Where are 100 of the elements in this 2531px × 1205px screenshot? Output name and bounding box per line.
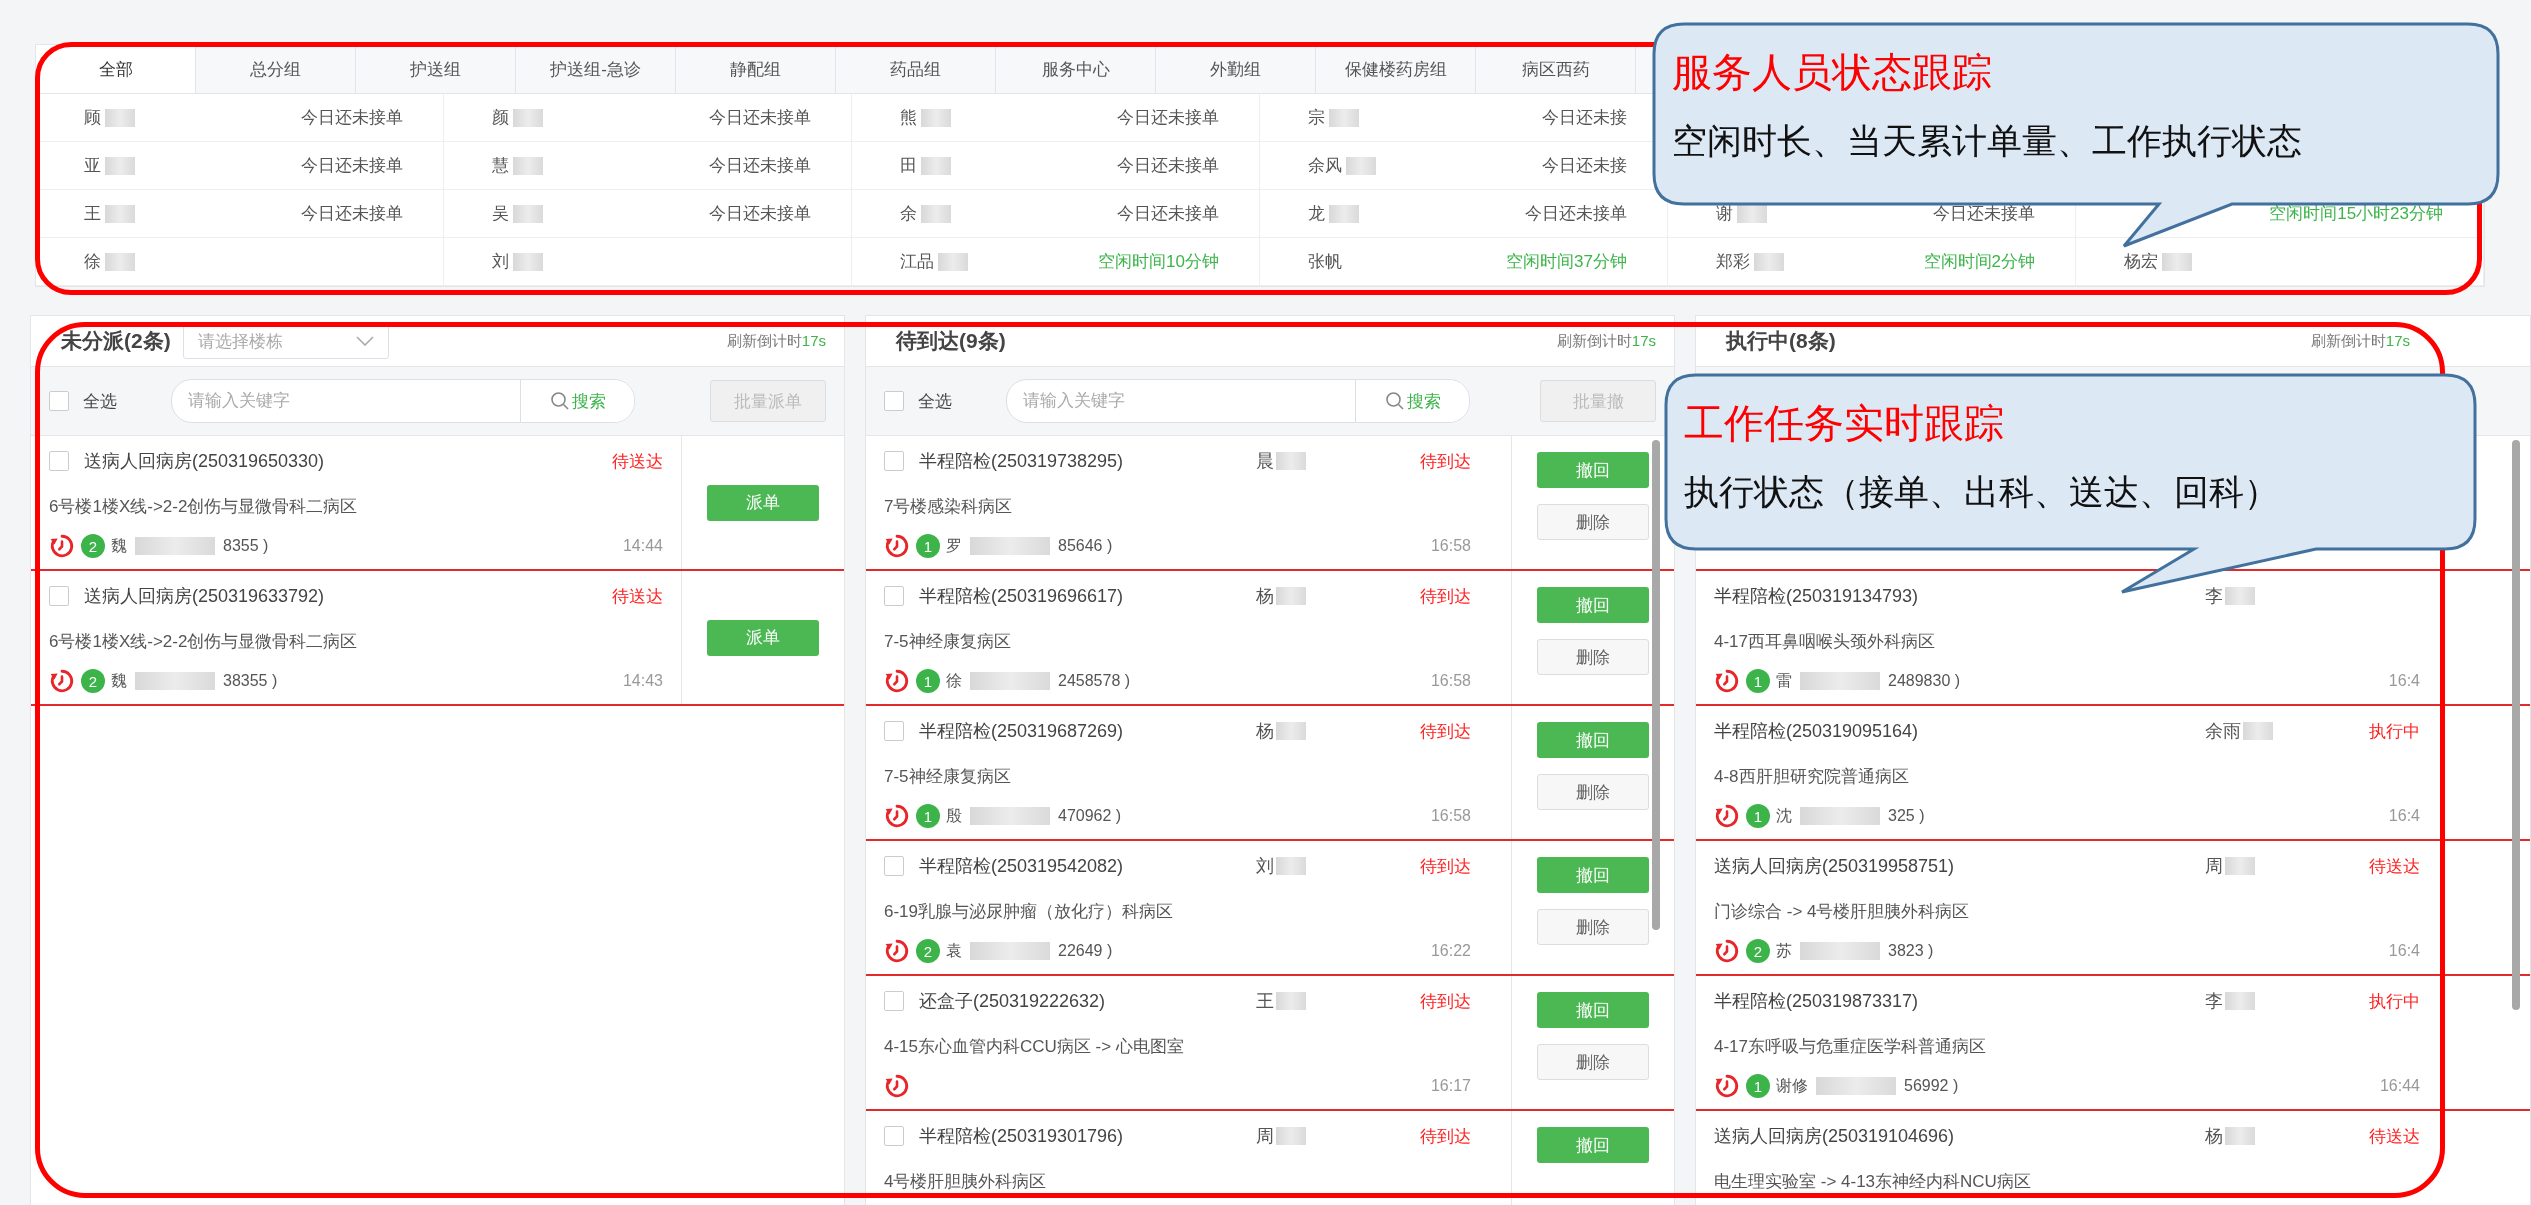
task-title: 半程陪检(250319095164)	[1714, 720, 1919, 743]
contact-phone: 38355 )	[223, 672, 278, 690]
contact-name: 魏	[111, 670, 127, 691]
task-title: 送病人回病房(250319958751)	[1714, 855, 1955, 878]
task-time: 16:58	[1430, 537, 1471, 555]
staff-name: 江品	[900, 250, 968, 273]
task-status: 执行中	[2369, 991, 2420, 1011]
checkbox[interactable]	[49, 391, 69, 411]
count-badge: 2	[916, 939, 940, 963]
staff-name: 张帆	[1308, 251, 1342, 273]
scrollbar[interactable]	[1652, 440, 1660, 930]
staff-name: 宗	[1308, 106, 1359, 129]
action-button[interactable]: 删除	[1537, 774, 1649, 810]
contact-name: 雷	[1776, 670, 1792, 691]
staff-name: 晨	[1256, 450, 1274, 473]
task-route: 6号楼1楼X线->2-2创伤与显微骨科二病区	[49, 630, 358, 653]
task-time: 16:58	[1430, 807, 1471, 825]
task-route: 4-8西肝胆研究院普通病区	[1714, 765, 1909, 788]
contact-phone: 85646 )	[1058, 537, 1113, 555]
contact-name: 谢修	[1776, 1075, 1808, 1096]
checkbox[interactable]	[884, 451, 904, 471]
refresh-countdown: 刷新倒计时17s	[726, 331, 826, 351]
count-badge: 2	[81, 669, 105, 693]
staff-name: 周	[1256, 1125, 1274, 1148]
task-status: 待送达	[2369, 1126, 2420, 1146]
callout-title: 服务人员状态跟踪	[1672, 49, 1993, 96]
count-badge: 1	[916, 534, 940, 558]
blurred-text	[1276, 452, 1306, 470]
checkbox[interactable]	[884, 1126, 904, 1146]
task-title: 半程陪检(250319696617)	[919, 585, 1124, 608]
contact-name: 罗	[946, 535, 962, 556]
task-time: 16:22	[1430, 942, 1471, 960]
task-status: 待送达	[612, 586, 663, 606]
task-status: 待到达	[1420, 991, 1471, 1011]
group-tab[interactable]: 静配组	[676, 45, 836, 93]
count-badge: 1	[916, 804, 940, 828]
timer-icon	[1714, 1073, 1740, 1099]
action-button[interactable]: 删除	[1537, 504, 1649, 540]
task-status: 待到达	[1420, 451, 1471, 471]
blurred-text	[1276, 1127, 1306, 1145]
task-time: 16:17	[1430, 1077, 1471, 1095]
staff-name: 田	[900, 154, 951, 177]
checkbox[interactable]	[884, 721, 904, 741]
checkbox[interactable]	[49, 586, 69, 606]
contact-phone: 56992 )	[1904, 1077, 1959, 1095]
staff-name: 杨	[1256, 585, 1274, 608]
staff-name: 杨	[1256, 720, 1274, 743]
scrollbar[interactable]	[2512, 440, 2520, 1010]
blurred-text	[2225, 992, 2255, 1010]
group-tab[interactable]: 病区西药	[1476, 45, 1636, 93]
timer-icon	[1714, 668, 1740, 694]
group-tab[interactable]: 外勤组	[1156, 45, 1316, 93]
staff-status: 空闲时间15小时23分钟	[2269, 203, 2443, 225]
blurred-text	[2225, 857, 2255, 875]
task-status: 执行中	[2369, 721, 2420, 741]
contact-name: 徐	[946, 670, 962, 691]
panel-title: 执行中(8条)	[1726, 328, 1836, 354]
staff-status: 今日还未接	[1542, 155, 1627, 177]
group-tab[interactable]: 药品组	[836, 45, 996, 93]
count-badge: 1	[1746, 804, 1770, 828]
task-status: 待送达	[2369, 856, 2420, 876]
checkbox[interactable]	[884, 586, 904, 606]
action-button[interactable]: 删除	[1537, 1044, 1649, 1080]
contact-name: 苏	[1776, 940, 1792, 961]
group-tab[interactable]: 保健楼药房组	[1316, 45, 1476, 93]
checkbox[interactable]	[884, 856, 904, 876]
action-button[interactable]: 删除	[1537, 639, 1649, 675]
staff-status: 今日还未接单	[709, 155, 811, 177]
select-all-label[interactable]: 全选	[918, 389, 952, 413]
task-time: 14:43	[622, 672, 663, 690]
task-title: 半程陪检(250319738295)	[919, 450, 1124, 473]
staff-status: 空闲时间37分钟	[1506, 251, 1627, 273]
task-status: 待到达	[1420, 586, 1471, 606]
contact-phone: 2489830 )	[1888, 672, 1961, 690]
staff-status: 今日还未接单	[301, 107, 403, 129]
search-icon	[1384, 391, 1405, 411]
checkbox[interactable]	[884, 391, 904, 411]
group-tab[interactable]: 护送组	[356, 45, 516, 93]
refresh-countdown: 刷新倒计时17s	[2310, 331, 2410, 351]
staff-status: 今日还未接单	[1933, 203, 2035, 225]
task-route: 电生理实验室 -> 4-13东神经内科NCU病区	[1714, 1170, 2031, 1193]
group-tab[interactable]: 全部	[36, 45, 196, 93]
staff-status: 今日还未接单	[709, 107, 811, 129]
timer-icon	[884, 668, 910, 694]
task-title: 送病人回病房(250319633792)	[84, 585, 325, 608]
checkbox[interactable]	[884, 991, 904, 1011]
checkbox[interactable]	[49, 451, 69, 471]
action-button[interactable]: 删除	[1537, 909, 1649, 945]
select-all-label[interactable]: 全选	[83, 389, 117, 413]
staff-status: 空闲时间10分钟	[1098, 251, 1219, 273]
group-tab[interactable]: 护送组-急诊	[516, 45, 676, 93]
task-time: 16:4	[2388, 672, 2420, 690]
task-route: 4-17东呼吸与危重症医学科普通病区	[1714, 1035, 1987, 1058]
panel-title: 待到达(9条)	[896, 328, 1006, 354]
callout-text: 空闲时长、当天累计单量、工作执行状态	[1672, 120, 2303, 162]
group-tab[interactable]: 服务中心	[996, 45, 1156, 93]
group-tab[interactable]: 总分组	[196, 45, 356, 93]
staff-name: 周	[2205, 855, 2223, 878]
blurred-text	[2225, 587, 2255, 605]
task-route: 7-5神经康复病区	[884, 765, 1011, 788]
